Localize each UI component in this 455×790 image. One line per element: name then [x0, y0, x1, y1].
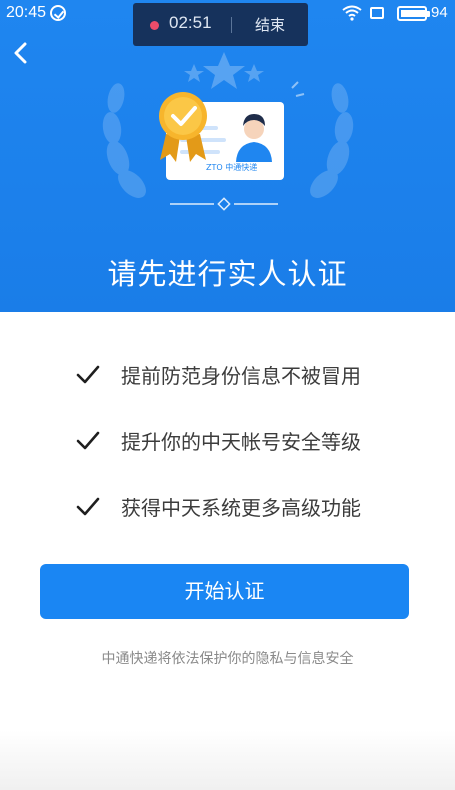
status-time: 20:45	[6, 4, 47, 21]
chevron-left-icon[interactable]	[10, 42, 32, 64]
list-item: 提前防范身份信息不被冒用	[0, 352, 455, 418]
window-icon	[370, 7, 384, 19]
benefit-text: 获得中天系统更多高级功能	[121, 496, 361, 520]
benefit-text: 提前防范身份信息不被冒用	[121, 364, 361, 388]
sparkle-icon	[291, 81, 305, 97]
benefit-list: 提前防范身份信息不被冒用 提升你的中天帐号安全等级 获得中天系统更多高级功能	[0, 352, 455, 550]
recording-dot-icon	[150, 21, 159, 30]
battery-icon	[397, 6, 430, 21]
wifi-icon	[342, 5, 362, 21]
card-logo-text: ZTO 中通快递	[206, 162, 257, 172]
benefit-text: 提升你的中天帐号安全等级	[121, 430, 361, 454]
check-circle-icon	[50, 5, 66, 21]
check-icon	[76, 431, 100, 450]
list-item: 获得中天系统更多高级功能	[0, 484, 455, 550]
call-timer: 02:51	[169, 13, 212, 32]
bottom-shadow	[0, 730, 455, 790]
divider-ornament	[170, 197, 278, 211]
battery-level: 94	[431, 4, 448, 21]
privacy-note: 中通快递将依法保护你的隐私与信息安全	[101, 651, 354, 667]
check-icon	[76, 365, 100, 384]
hero-banner: 20:45 94 02:51 结束 ZTO 中通快递 请先进行实人认证	[0, 0, 455, 312]
stars-icon	[184, 52, 264, 89]
call-divider	[231, 17, 232, 33]
end-call-button[interactable]: 结束	[255, 14, 285, 35]
check-icon	[76, 497, 100, 516]
start-verification-button[interactable]: 开始认证	[40, 564, 409, 619]
verification-illustration: ZTO 中通快递	[102, 52, 354, 211]
list-item: 提升你的中天帐号安全等级	[0, 418, 455, 484]
page-title: 请先进行实人认证	[107, 257, 348, 291]
battery-fill	[401, 10, 425, 17]
